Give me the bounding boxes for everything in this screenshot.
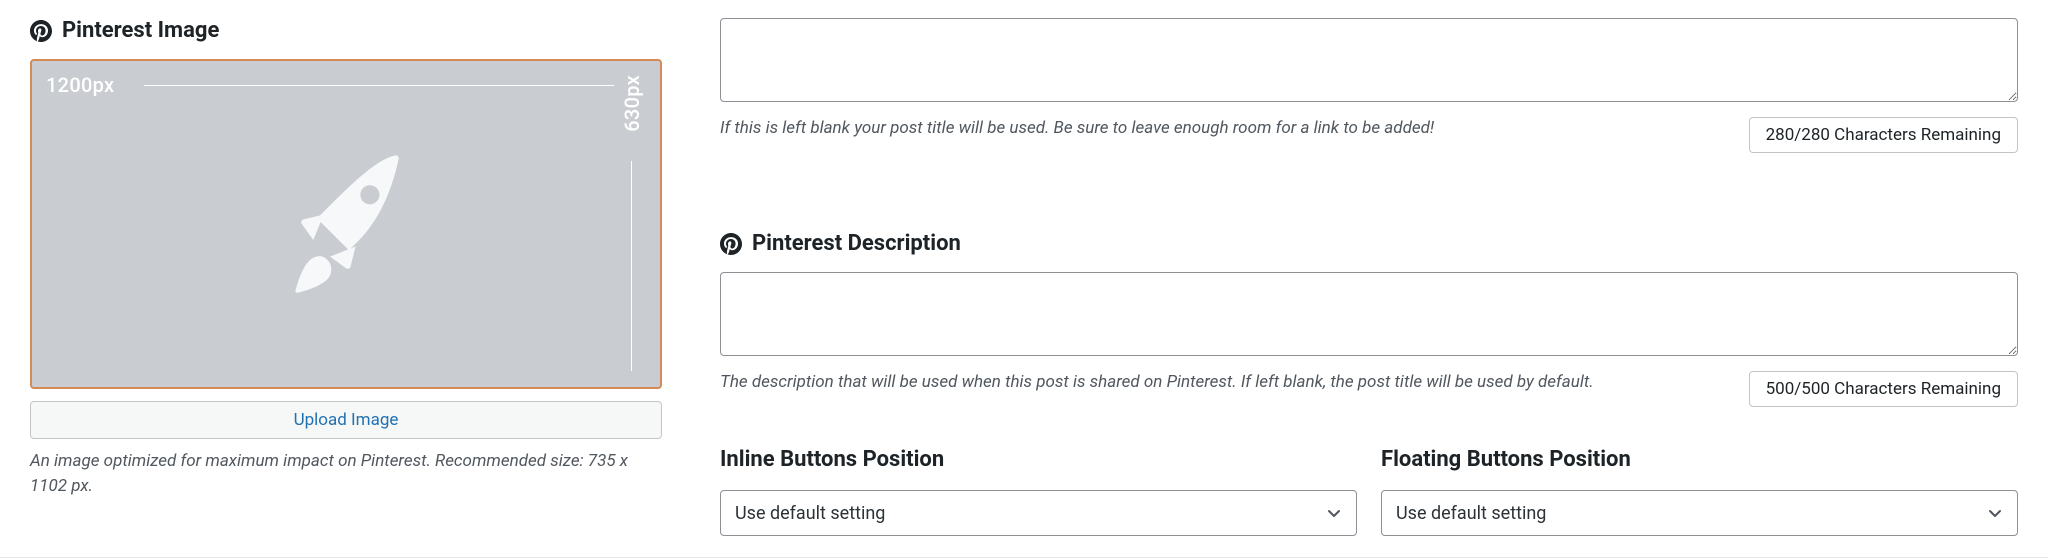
pinterest-title-counter: 280/280 Characters Remaining — [1749, 117, 2018, 153]
pinterest-title-textarea[interactable] — [720, 18, 2018, 102]
upload-image-button-label: Upload Image — [294, 410, 399, 430]
dimension-height-label: 630px — [620, 75, 644, 132]
pinterest-title-note: If this is left blank your post title wi… — [720, 117, 1729, 141]
pinterest-description-heading: Pinterest Description — [720, 231, 2018, 256]
chevron-down-icon — [1326, 505, 1342, 521]
upload-image-button[interactable]: Upload Image — [30, 401, 662, 439]
pinterest-description-note: The description that will be used when t… — [720, 371, 1729, 395]
floating-buttons-position-heading-text: Floating Buttons Position — [1381, 447, 1631, 472]
dimension-height-line — [631, 161, 632, 371]
pinterest-icon — [720, 233, 742, 255]
pinterest-image-heading: Pinterest Image — [30, 18, 662, 43]
inline-buttons-position-select[interactable]: Use default setting — [720, 490, 1357, 536]
pinterest-icon — [30, 20, 52, 42]
pinterest-image-heading-text: Pinterest Image — [62, 18, 219, 43]
pinterest-description-counter: 500/500 Characters Remaining — [1749, 371, 2018, 407]
floating-buttons-position-value: Use default setting — [1396, 503, 1546, 524]
pinterest-description-heading-text: Pinterest Description — [752, 231, 961, 256]
dimension-width-line — [144, 85, 614, 86]
inline-buttons-position-heading-text: Inline Buttons Position — [720, 447, 944, 472]
inline-buttons-position-heading: Inline Buttons Position — [720, 447, 1357, 472]
inline-buttons-position-value: Use default setting — [735, 503, 885, 524]
dimension-width-label: 1200px — [46, 73, 114, 97]
upload-image-dropzone[interactable]: 1200px 630px — [30, 59, 662, 389]
chevron-down-icon — [1987, 505, 2003, 521]
rocket-icon — [261, 139, 431, 309]
floating-buttons-position-heading: Floating Buttons Position — [1381, 447, 2018, 472]
pinterest-image-note: An image optimized for maximum impact on… — [30, 449, 662, 498]
pinterest-description-textarea[interactable] — [720, 272, 2018, 356]
floating-buttons-position-select[interactable]: Use default setting — [1381, 490, 2018, 536]
